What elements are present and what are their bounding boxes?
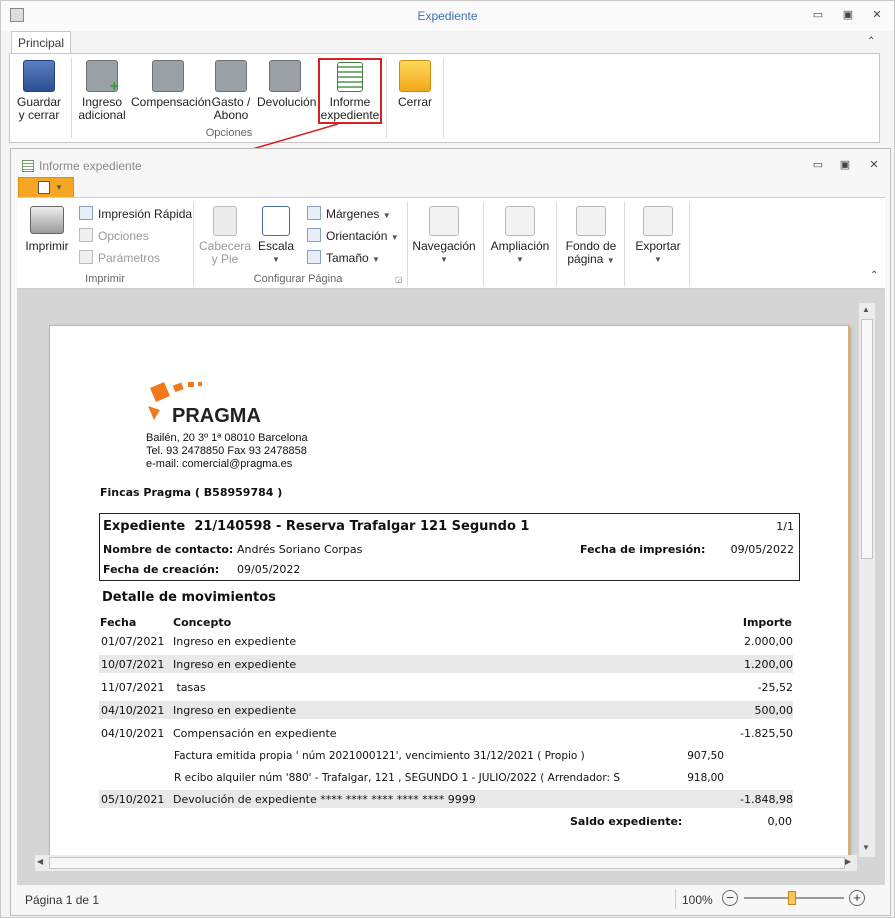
expediente-heading: Expediente 21/140598 - Reserva Trafalgar…	[103, 519, 530, 534]
chevron-down-icon: ▼	[654, 255, 662, 264]
export-icon	[643, 206, 673, 236]
page-background-icon	[576, 206, 606, 236]
zoom-out-icon[interactable]: −	[722, 890, 738, 906]
margins-icon	[307, 206, 321, 220]
quick-print-icon	[79, 206, 93, 220]
ampliacion-button[interactable]: Ampliación ▼	[487, 206, 553, 266]
company-address: Bailén, 20 3º 1ª 08010 Barcelona Tel. 93…	[146, 432, 308, 470]
col-header-concepto: Concepto	[173, 616, 232, 629]
maximize-icon[interactable]: ▣	[838, 159, 852, 171]
saldo-value: 0,00	[767, 815, 793, 828]
table-row: 04/10/2021 Compensación en expediente -1…	[101, 727, 793, 740]
opciones-button[interactable]: Opciones	[79, 226, 149, 246]
impresion-rapida-button[interactable]: Impresión Rápida	[79, 204, 192, 224]
expediente-box: Expediente 21/140598 - Reserva Trafalgar…	[99, 513, 800, 581]
horizontal-scrollbar[interactable]: ◀ ▶	[35, 855, 857, 871]
col-header-importe: Importe	[742, 616, 792, 629]
options-icon	[79, 228, 93, 242]
status-bar: Página 1 de 1 100% − +	[17, 885, 885, 913]
scroll-thumb[interactable]	[861, 319, 873, 559]
chevron-down-icon: ▼	[606, 256, 615, 265]
section-title: Detalle de movimientos	[102, 590, 276, 605]
page-count: 1/1	[776, 520, 794, 533]
orientation-icon	[307, 228, 321, 242]
table-row: 05/10/2021 Devolución de expediente ****…	[99, 790, 793, 808]
sub-row: R ecibo alquiler núm '880' - Trafalgar, …	[174, 772, 724, 784]
inner-window-title: Informe expediente	[39, 159, 142, 173]
header-footer-icon	[213, 206, 237, 236]
tamano-button[interactable]: Tamaño ▼	[307, 248, 380, 268]
zoom-in-icon[interactable]: +	[849, 890, 865, 906]
print-date-label: Fecha de impresión:	[580, 543, 706, 556]
fondo-pagina-button[interactable]: Fondo de página ▼	[560, 206, 622, 267]
file-menu-tab[interactable]: ▼	[18, 177, 74, 198]
magnifier-icon	[505, 206, 535, 236]
navegacion-button[interactable]: Navegación ▼	[411, 206, 477, 266]
chevron-down-icon: ▼	[516, 255, 524, 264]
scale-icon	[262, 206, 290, 236]
chevron-down-icon: ▼	[55, 183, 63, 192]
status-divider	[675, 889, 676, 909]
escala-button[interactable]: Escala ▼	[255, 206, 297, 266]
group-divider	[407, 202, 408, 286]
col-header-fecha: Fecha	[100, 616, 137, 629]
close-icon[interactable]: ✕	[867, 159, 881, 171]
printer-icon	[30, 206, 64, 234]
table-row: 10/07/2021 Ingreso en expediente 1.200,0…	[99, 655, 793, 673]
navigation-icon	[429, 206, 459, 236]
cabecera-pie-button[interactable]: Cabecera y Pie	[199, 206, 251, 266]
page-size-icon	[307, 250, 321, 264]
scroll-left-icon[interactable]: ◀	[37, 857, 43, 866]
chevron-down-icon: ▼	[382, 211, 391, 220]
group-divider	[689, 202, 690, 286]
table-row: 01/07/2021 Ingreso en expediente 2.000,0…	[101, 635, 793, 648]
chevron-down-icon: ▼	[272, 255, 280, 264]
scroll-thumb[interactable]	[49, 857, 845, 869]
group-divider	[556, 202, 557, 286]
dialog-launcher-icon[interactable]: ◲	[395, 275, 403, 284]
creation-date-label: Fecha de creación:	[103, 563, 220, 576]
zoom-slider-thumb[interactable]	[788, 891, 796, 905]
exportar-button[interactable]: Exportar ▼	[628, 206, 688, 266]
parameters-icon	[79, 250, 93, 264]
group-divider	[483, 202, 484, 286]
chevron-down-icon: ▼	[440, 255, 448, 264]
group-label-configurar: Configurar Página	[253, 273, 343, 285]
group-divider	[624, 202, 625, 286]
print-date-value: 09/05/2022	[730, 543, 794, 556]
contact-value: Andrés Soriano Corpas	[237, 543, 363, 556]
contact-label: Nombre de contacto:	[103, 543, 234, 556]
parametros-button[interactable]: Parámetros	[79, 248, 160, 268]
pragma-logo: PRAGMA	[148, 382, 261, 426]
imprimir-button[interactable]: Imprimir	[23, 206, 71, 253]
creation-date-value: 09/05/2022	[237, 563, 301, 576]
report-page: PRAGMA Bailén, 20 3º 1ª 08010 Barcelona …	[49, 325, 849, 865]
chevron-down-icon: ▼	[390, 233, 399, 242]
company-name: Fincas Pragma ( B58959784 )	[100, 486, 283, 499]
scroll-up-icon[interactable]: ▲	[862, 305, 870, 314]
inner-window: Informe expediente ▭ ▣ ✕ ▼ Imprimir Impr…	[10, 148, 891, 916]
table-row: 11/07/2021 tasas -25,52	[101, 681, 793, 694]
page-indicator: Página 1 de 1	[25, 893, 100, 907]
saldo-label: Saldo expediente:	[570, 815, 683, 828]
sub-row: Factura emitida propia ' núm 2021000121'…	[174, 750, 724, 762]
margenes-button[interactable]: Márgenes ▼	[307, 204, 391, 224]
minimize-icon[interactable]: ▭	[811, 159, 825, 171]
chevron-down-icon: ▼	[372, 255, 380, 264]
scroll-right-icon[interactable]: ▶	[845, 857, 851, 866]
document-icon	[38, 181, 50, 194]
inner-ribbon: Imprimir Impresión Rápida Opciones Parám…	[17, 197, 885, 289]
zoom-level: 100%	[682, 893, 713, 907]
orientacion-button[interactable]: Orientación ▼	[307, 226, 399, 246]
scroll-down-icon[interactable]: ▼	[862, 843, 870, 852]
document-viewer[interactable]: PRAGMA Bailén, 20 3º 1ª 08010 Barcelona …	[17, 289, 885, 885]
group-label-imprimir: Imprimir	[85, 273, 125, 285]
table-row: 04/10/2021 Ingreso en expediente 500,00	[99, 701, 793, 719]
report-window-icon	[22, 160, 34, 172]
vertical-scrollbar[interactable]: ▲ ▼	[859, 303, 875, 857]
zoom-slider[interactable]	[744, 891, 844, 905]
collapse-ribbon-icon[interactable]: ⌃	[870, 270, 878, 281]
svg-text:PRAGMA: PRAGMA	[172, 405, 261, 426]
